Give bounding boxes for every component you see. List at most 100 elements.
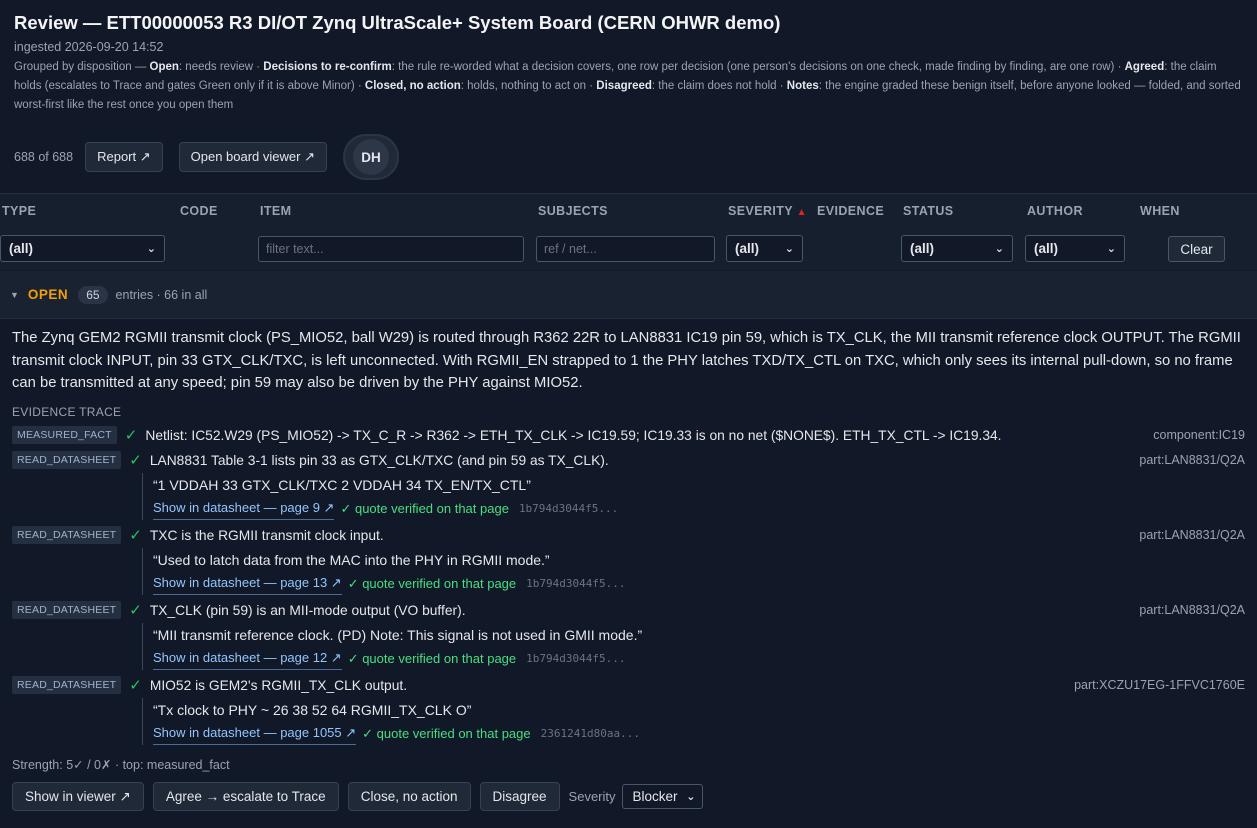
- datasheet-quote: “Tx clock to PHY ~ 26 38 52 64 RGMII_TX_…: [153, 702, 472, 718]
- severity-filter-select[interactable]: (all) ⌄: [726, 235, 803, 262]
- evidence-row: READ_DATASHEET ✓ MIO52 is GEM2's RGMII_T…: [12, 675, 1245, 695]
- quote-verified: ✓ quote verified on that page: [340, 500, 509, 516]
- scrolled-row-fragment: [180, 224, 1080, 232]
- severity-select[interactable]: Blocker ⌄: [621, 784, 703, 809]
- legend-term: Open: [149, 61, 179, 73]
- chevron-down-icon: ⌄: [1106, 243, 1116, 255]
- evidence-text: TXC is the RGMII transmit clock input.: [149, 527, 384, 543]
- quote-meta: Show in datasheet — page 12 ↗ ✓ quote ve…: [153, 647, 642, 670]
- finding-claim: The Zynq GEM2 RGMII transmit clock (PS_M…: [12, 330, 1241, 391]
- legend-text: : needs review ·: [178, 61, 264, 73]
- disagree-button[interactable]: Disagree: [479, 782, 560, 811]
- evidence-text: MIO52 is GEM2's RGMII_TX_CLK output.: [149, 677, 408, 693]
- check-icon: ✓: [129, 677, 142, 694]
- col-evidence[interactable]: EVIDENCE: [817, 204, 884, 218]
- severity-label: Severity: [568, 789, 616, 804]
- quote-verified: ✓ quote verified on that page: [347, 575, 517, 591]
- legend-term: Notes: [786, 80, 819, 92]
- col-author[interactable]: AUTHOR: [1027, 204, 1083, 218]
- ingested-timestamp: ingested 2026-09-20 14:52: [14, 40, 164, 54]
- result-count: 688 of 688: [14, 150, 74, 164]
- col-code[interactable]: CODE: [180, 204, 218, 218]
- show-in-viewer-button[interactable]: Show in viewer ↗: [12, 782, 144, 811]
- disposition-legend: Grouped by disposition — Open: needs rev…: [14, 58, 1243, 115]
- chevron-down-icon: ⌄: [146, 243, 156, 255]
- evidence-tag: READ_DATASHEET: [12, 526, 122, 544]
- author-filter-select[interactable]: (all) ⌄: [1025, 235, 1125, 262]
- chevron-down-icon: ⌄: [686, 791, 696, 803]
- type-filter-value: (all): [9, 241, 34, 256]
- evidence-tag: READ_DATASHEET: [12, 601, 122, 619]
- quote-meta: Show in datasheet — page 9 ↗ ✓ quote ver…: [153, 497, 618, 520]
- severity-filter-value: (all): [735, 241, 760, 256]
- agree-escalate-button[interactable]: Agree → escalate to Trace: [152, 782, 339, 811]
- severity-value: Blocker: [632, 789, 678, 804]
- datasheet-quote: “MII transmit reference clock. (PD) Note…: [153, 627, 643, 643]
- legend-term: Closed, no action: [364, 80, 461, 92]
- close-no-action-button[interactable]: Close, no action: [347, 782, 471, 811]
- evidence-quote-block: “Used to latch data from the MAC into th…: [142, 548, 626, 595]
- quote-verified: ✓ quote verified on that page: [362, 725, 531, 741]
- group-entries-text: entries · 66 in all: [115, 287, 208, 302]
- subjects-filter-input[interactable]: ref / net...: [536, 236, 715, 262]
- finding-actions: Show in viewer ↗ Agree → escalate to Tra…: [12, 782, 703, 811]
- legend-text: Grouped by disposition —: [14, 61, 150, 73]
- legend-term: Decisions to re-confirm: [263, 61, 392, 73]
- show-in-datasheet-link[interactable]: Show in datasheet — page 1055 ↗: [153, 722, 357, 745]
- legend-term: Agreed: [1124, 61, 1165, 73]
- quote-meta: Show in datasheet — page 13 ↗ ✓ quote ve…: [153, 572, 626, 595]
- check-icon: ✓: [129, 602, 142, 619]
- datasheet-hash: 2361241d80aa...: [540, 726, 640, 740]
- evidence-text: TX_CLK (pin 59) is an MII-mode output (V…: [149, 602, 466, 618]
- show-in-datasheet-link[interactable]: Show in datasheet — page 9 ↗: [153, 497, 335, 520]
- legend-term: Disagreed: [596, 80, 652, 92]
- evidence-quote-block: “Tx clock to PHY ~ 26 38 52 64 RGMII_TX_…: [142, 698, 640, 745]
- report-button[interactable]: Report ↗: [85, 142, 163, 172]
- author-filter-value: (all): [1034, 241, 1059, 256]
- quote-meta: Show in datasheet — page 1055 ↗ ✓ quote …: [153, 722, 640, 745]
- quote-verified: ✓ quote verified on that page: [347, 650, 517, 666]
- sort-asc-icon: ▲: [796, 207, 807, 218]
- group-header-open[interactable]: ▼ OPEN 65 entries · 66 in all: [0, 271, 1257, 319]
- caret-down-icon: ▼: [10, 289, 19, 300]
- evidence-trace-title: EVIDENCE TRACE: [12, 405, 122, 419]
- table-header: TYPE CODE ITEM SUBJECTS SEVERITY ▲ EVIDE…: [0, 193, 1257, 270]
- datasheet-quote: “Used to latch data from the MAC into th…: [153, 552, 550, 568]
- datasheet-hash: 1b794d3044f5...: [526, 651, 626, 665]
- evidence-row: READ_DATASHEET ✓ TX_CLK (pin 59) is an M…: [12, 600, 1245, 620]
- legend-text: : the claim does not hold ·: [651, 80, 787, 92]
- status-filter-value: (all): [910, 241, 935, 256]
- evidence-subject: part:LAN8831/Q2A: [1139, 603, 1245, 617]
- evidence-tag: READ_DATASHEET: [12, 451, 122, 469]
- item-filter-input[interactable]: filter text...: [258, 236, 524, 262]
- col-item[interactable]: ITEM: [260, 204, 291, 218]
- type-filter-select[interactable]: (all) ⌄: [0, 235, 165, 262]
- col-type[interactable]: TYPE: [2, 204, 36, 218]
- col-severity[interactable]: SEVERITY ▲: [728, 204, 807, 218]
- check-icon: ✓: [129, 452, 142, 469]
- show-in-datasheet-link[interactable]: Show in datasheet — page 13 ↗: [153, 572, 342, 595]
- status-filter-select[interactable]: (all) ⌄: [901, 235, 1013, 262]
- show-in-datasheet-link[interactable]: Show in datasheet — page 12 ↗: [153, 647, 342, 670]
- evidence-row: READ_DATASHEET ✓ TXC is the RGMII transm…: [12, 525, 1245, 545]
- chevron-down-icon: ⌄: [994, 243, 1004, 255]
- legend-text: : holds, nothing to act on ·: [460, 80, 597, 92]
- check-icon: ✓: [129, 527, 142, 544]
- evidence-subject: part:XCZU17EG-1FFVC1760E: [1074, 678, 1245, 692]
- datasheet-hash: 1b794d3044f5...: [518, 501, 619, 515]
- evidence-quote-block: “MII transmit reference clock. (PD) Note…: [142, 623, 642, 670]
- col-subjects[interactable]: SUBJECTS: [538, 204, 608, 218]
- open-board-viewer-button[interactable]: Open board viewer ↗: [178, 142, 327, 172]
- evidence-tag: MEASURED_FACT: [12, 426, 117, 444]
- evidence-subject: part:LAN8831/Q2A: [1139, 528, 1245, 542]
- chevron-down-icon: ⌄: [784, 243, 794, 255]
- evidence-tag: READ_DATASHEET: [12, 676, 122, 694]
- avatar-initials: DH: [352, 139, 389, 175]
- evidence-strength: Strength: 5✓ / 0✗ · top: measured_fact: [12, 758, 230, 772]
- evidence-quote-block: “1 VDDAH 33 GTX_CLK/TXC 2 VDDAH 34 TX_EN…: [142, 473, 618, 520]
- col-when[interactable]: WHEN: [1140, 204, 1180, 218]
- clear-filters-button[interactable]: Clear: [1168, 236, 1225, 262]
- col-status[interactable]: STATUS: [903, 204, 954, 218]
- avatar[interactable]: DH: [342, 134, 399, 180]
- datasheet-quote: “1 VDDAH 33 GTX_CLK/TXC 2 VDDAH 34 TX_EN…: [153, 477, 531, 493]
